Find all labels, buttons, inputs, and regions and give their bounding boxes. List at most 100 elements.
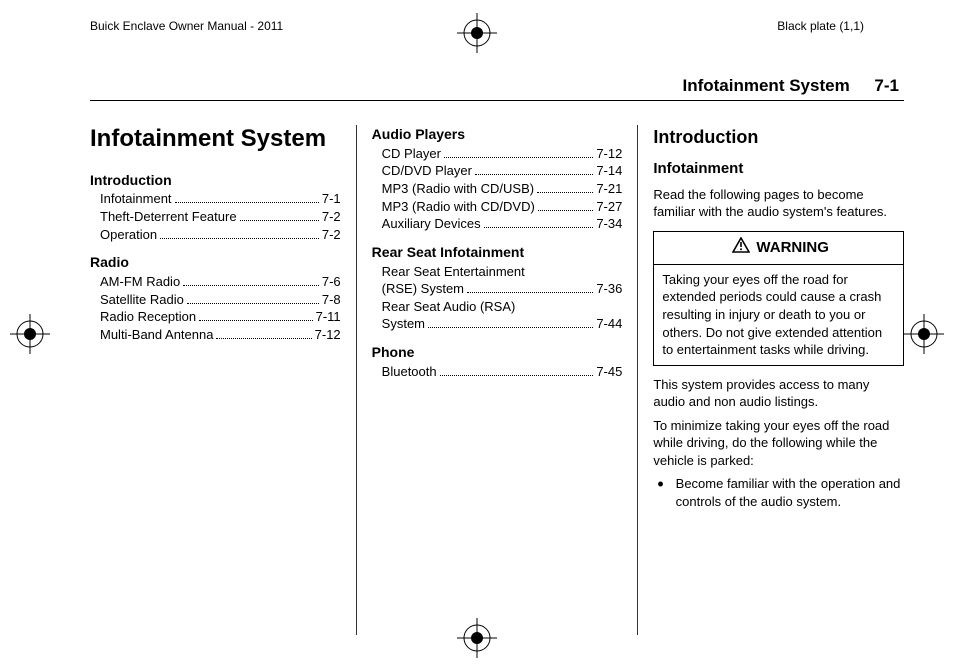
toc-page: 7-36 (596, 280, 622, 298)
crop-mark-left (10, 314, 50, 354)
toc-page: 7-1 (322, 190, 341, 208)
toc-item: (RSE) System 7-36 (372, 280, 623, 298)
toc-item: Theft-Deterrent Feature 7-2 (90, 208, 341, 226)
warning-body: Taking your eyes off the road for extend… (654, 265, 903, 365)
toc-label: Operation (100, 226, 157, 244)
warning-label: WARNING (756, 238, 829, 258)
toc-item: Infotainment 7-1 (90, 190, 341, 208)
toc-leader (475, 174, 593, 175)
toc-group-title: Rear Seat Infotainment (372, 243, 623, 262)
warning-icon (732, 237, 750, 259)
toc-page: 7-2 (322, 226, 341, 244)
plate-label: Black plate (1,1) (777, 18, 864, 34)
toc-group: PhoneBluetooth 7-45 (372, 343, 623, 380)
toc-item: Multi-Band Antenna 7-12 (90, 326, 341, 344)
toc-leader (175, 202, 319, 203)
toc-page: 7-6 (322, 273, 341, 291)
toc-label: Auxiliary Devices (382, 215, 481, 233)
toc-item: MP3 (Radio with CD/USB) 7-21 (372, 180, 623, 198)
toc-label: Multi-Band Antenna (100, 326, 213, 344)
toc-label: Rear Seat Entertainment (382, 263, 525, 281)
toc-label: Satellite Radio (100, 291, 184, 309)
toc-label: System (382, 315, 425, 333)
running-head-page: 7-1 (874, 76, 899, 95)
manual-title: Buick Enclave Owner Manual - 2011 (90, 18, 283, 34)
toc-label: (RSE) System (382, 280, 464, 298)
intro-lead: Read the following pages to become famil… (653, 186, 904, 221)
toc-leader (537, 192, 593, 193)
bullet-icon: • (657, 475, 663, 510)
toc-group-title: Audio Players (372, 125, 623, 144)
toc-item: Bluetooth 7-45 (372, 363, 623, 381)
bullet-item: • Become familiar with the operation and… (653, 475, 904, 510)
toc-label: CD Player (382, 145, 441, 163)
toc-group-title: Radio (90, 253, 341, 272)
column-1: Infotainment System IntroductionInfotain… (90, 125, 341, 635)
warning-box: WARNING Taking your eyes off the road fo… (653, 231, 904, 366)
toc-label: Theft-Deterrent Feature (100, 208, 237, 226)
toc-item: CD/DVD Player 7-14 (372, 162, 623, 180)
toc-page: 7-2 (322, 208, 341, 226)
toc-group: IntroductionInfotainment7-1Theft-Deterre… (90, 171, 341, 244)
toc-group-title: Phone (372, 343, 623, 362)
toc-leader (216, 338, 311, 339)
toc-group-title: Introduction (90, 171, 341, 190)
toc-leader (199, 320, 312, 321)
toc-page: 7-12 (596, 145, 622, 163)
toc-leader (444, 157, 593, 158)
toc-group: Rear Seat InfotainmentRear Seat Entertai… (372, 243, 623, 333)
intro-para-2: This system provides access to many audi… (653, 376, 904, 411)
toc-page: 7-45 (596, 363, 622, 381)
toc-item: System 7-44 (372, 315, 623, 333)
toc-leader (183, 285, 319, 286)
toc-leader (484, 227, 594, 228)
warning-heading: WARNING (654, 232, 903, 265)
toc-leader (187, 303, 319, 304)
crop-mark-right (904, 314, 944, 354)
toc-leader (160, 238, 319, 239)
toc-item: Satellite Radio 7-8 (90, 291, 341, 309)
toc-group: RadioAM-FM Radio7-6Satellite Radio7-8Rad… (90, 253, 341, 343)
chapter-title: Infotainment System (90, 125, 341, 153)
toc-page: 7-14 (596, 162, 622, 180)
toc-page: 7-11 (316, 308, 341, 326)
toc-page: 7-44 (596, 315, 622, 333)
bullet-text: Become familiar with the operation and c… (676, 475, 904, 510)
toc-group: Audio PlayersCD Player 7-12 CD/DVD Player 7… (372, 125, 623, 233)
toc-leader (240, 220, 319, 221)
toc-leader (428, 327, 593, 328)
toc-page: 7-8 (322, 291, 341, 309)
toc-label: Radio Reception (100, 308, 196, 326)
toc-label: AM-FM Radio (100, 273, 180, 291)
toc-label: Infotainment (100, 190, 172, 208)
toc-label: MP3 (Radio with CD/USB) (382, 180, 534, 198)
toc-item: Rear Seat Audio (RSA) (372, 298, 623, 316)
toc-page: 7-27 (596, 198, 622, 216)
intro-subheading: Infotainment (653, 159, 904, 179)
running-head-title: Infotainment System (682, 76, 849, 95)
running-head: Infotainment System 7-1 (682, 75, 899, 98)
toc-item: Rear Seat Entertainment (372, 263, 623, 281)
toc-leader (440, 375, 594, 376)
top-rule (90, 100, 904, 101)
toc-leader (538, 210, 593, 211)
column-2: Audio PlayersCD Player 7-12 CD/DVD Player 7… (356, 125, 623, 635)
toc-label: MP3 (Radio with CD/DVD) (382, 198, 535, 216)
toc-label: Rear Seat Audio (RSA) (382, 298, 516, 316)
toc-label: CD/DVD Player (382, 162, 472, 180)
intro-para-3: To minimize taking your eyes off the roa… (653, 417, 904, 470)
toc-leader (467, 292, 593, 293)
toc-page: 7-12 (315, 326, 341, 344)
toc-item: MP3 (Radio with CD/DVD) 7-27 (372, 198, 623, 216)
toc-item: Radio Reception 7-11 (90, 308, 341, 326)
toc-item: Operation 7-2 (90, 226, 341, 244)
toc-item: Auxiliary Devices 7-34 (372, 215, 623, 233)
column-3: Introduction Infotainment Read the follo… (637, 125, 904, 635)
toc-page: 7-21 (596, 180, 622, 198)
toc-item: CD Player 7-12 (372, 145, 623, 163)
toc-page: 7-34 (596, 215, 622, 233)
toc-label: Bluetooth (382, 363, 437, 381)
intro-heading: Introduction (653, 125, 904, 149)
page-header: Buick Enclave Owner Manual - 2011 Black … (0, 18, 954, 34)
toc-item: AM-FM Radio 7-6 (90, 273, 341, 291)
